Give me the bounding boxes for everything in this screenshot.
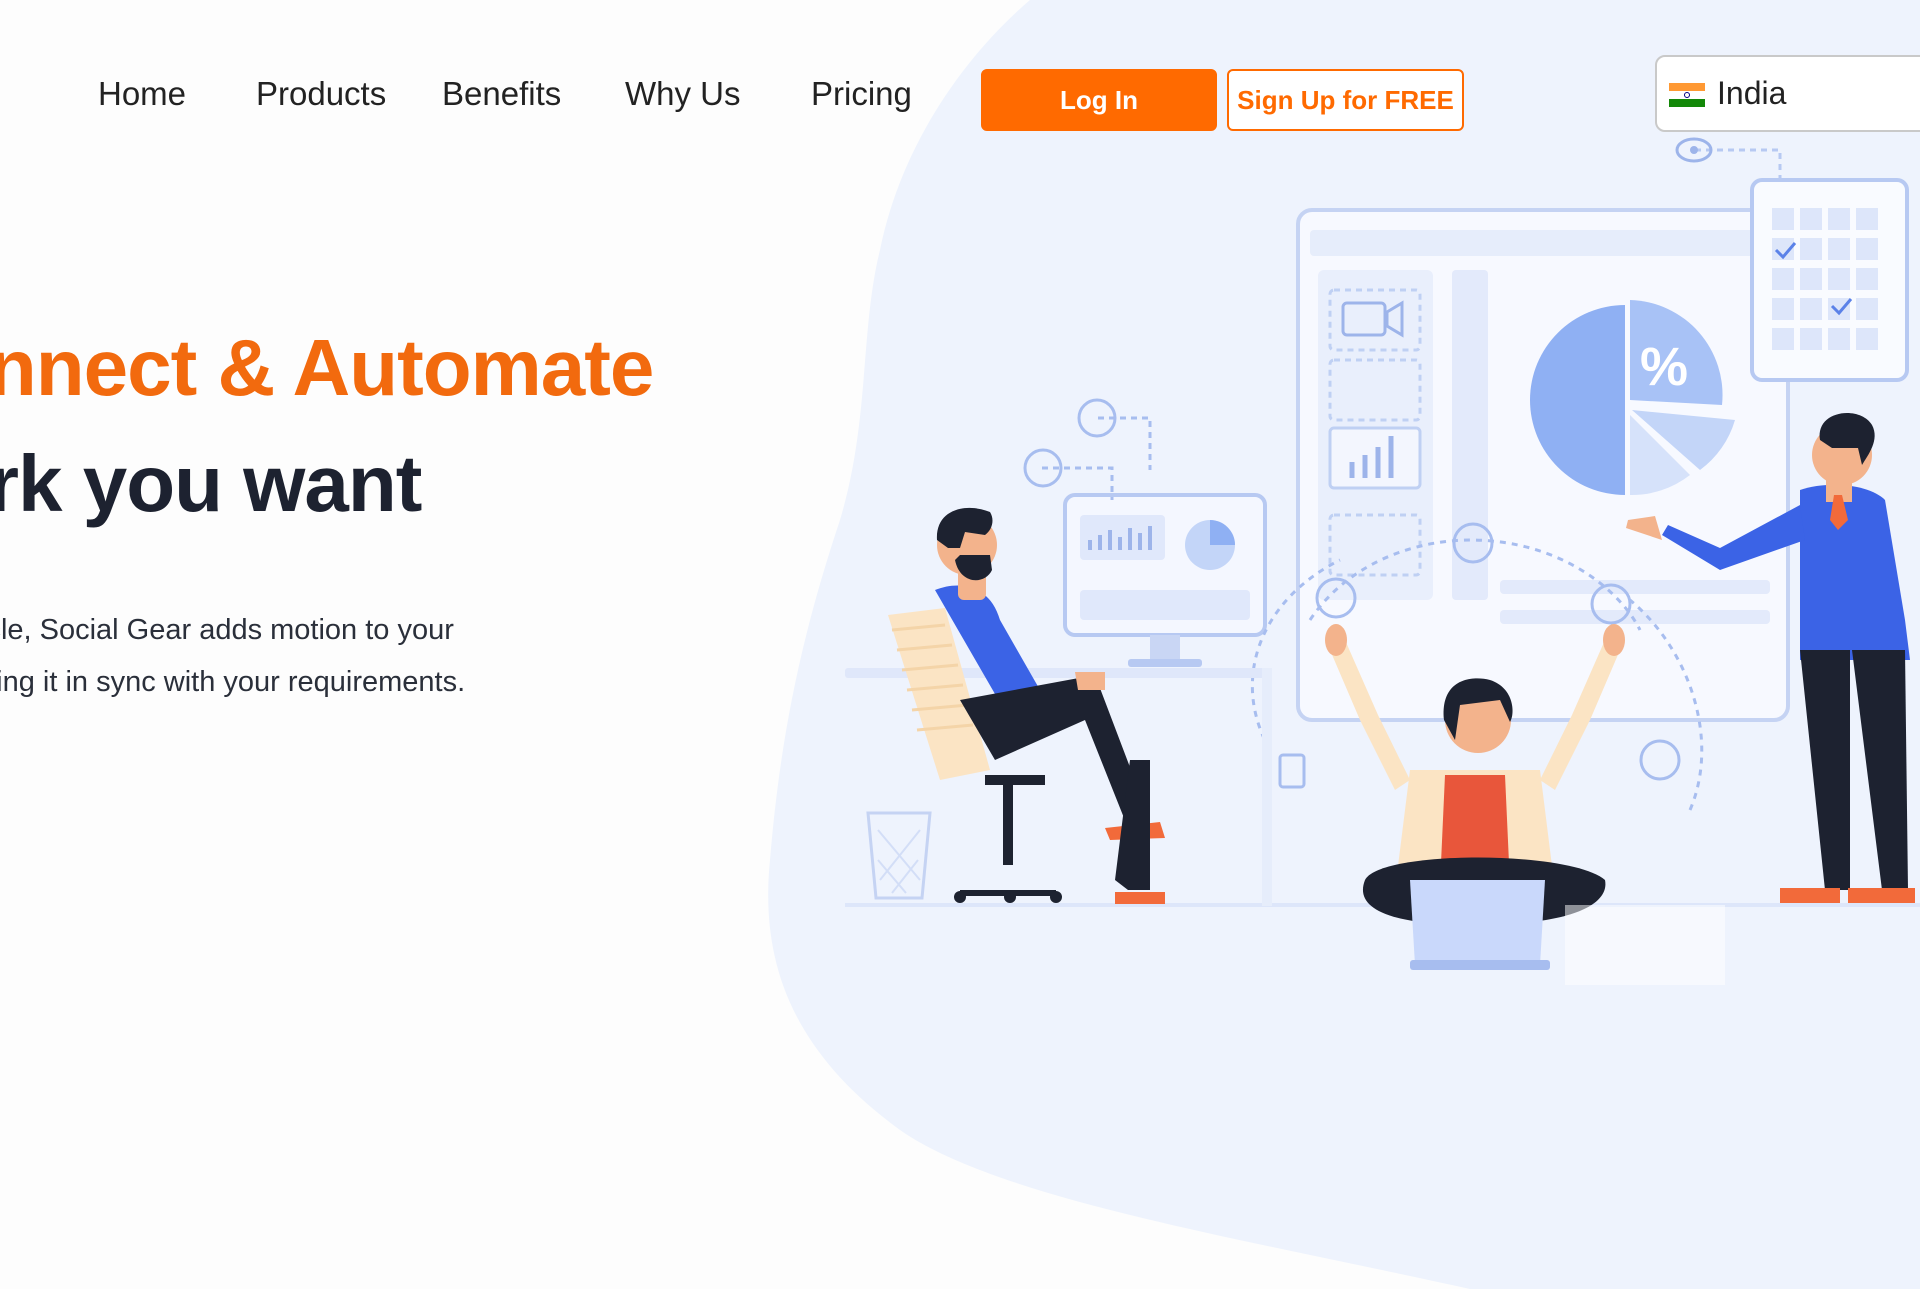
team-automation-illustration: % <box>845 137 1920 985</box>
dashboard-board <box>1296 208 1790 722</box>
hero-subtext: icle, Social Gear adds motion to your oi… <box>0 604 465 708</box>
hero-subtext-line1: icle, Social Gear adds motion to your <box>0 614 454 646</box>
india-flag-icon <box>1669 82 1705 107</box>
desktop-monitor <box>1063 493 1267 667</box>
hero-headline-line2: ork you want <box>0 439 422 528</box>
country-selector[interactable]: India <box>1655 55 1920 132</box>
nav-home[interactable]: Home <box>98 75 186 113</box>
svg-text:%: % <box>1640 337 1688 397</box>
login-button[interactable]: Log In <box>981 69 1217 131</box>
nav-benefits[interactable]: Benefits <box>442 75 561 113</box>
signup-button[interactable]: Sign Up for FREE <box>1227 69 1464 131</box>
country-name: India <box>1717 75 1787 111</box>
hero-subtext-line2: oing it in sync with your requirements. <box>0 666 466 698</box>
floor-highlight <box>1565 905 1725 985</box>
nav-products[interactable]: Products <box>256 75 386 113</box>
hero-headline-line1: onnect & Automate <box>0 323 654 412</box>
nav-why-us[interactable]: Why Us <box>625 75 741 113</box>
trash-bin <box>866 811 932 900</box>
nav-pricing[interactable]: Pricing <box>811 75 912 113</box>
